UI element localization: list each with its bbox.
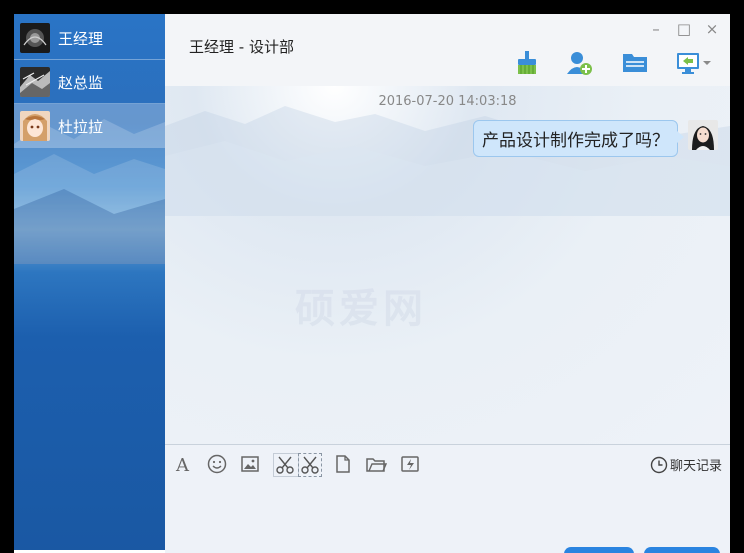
contact-item-zhao[interactable]: 赵总监	[14, 60, 165, 104]
chat-title: 王经理 - 设计部	[189, 38, 294, 56]
avatar	[688, 120, 718, 150]
screenshot-hide-icon[interactable]	[298, 453, 322, 477]
emoji-icon[interactable]	[206, 453, 228, 475]
contact-item-wang[interactable]: 王经理	[14, 16, 165, 60]
file-icon[interactable]	[332, 453, 354, 475]
screenshot-icon[interactable]	[273, 453, 299, 477]
remote-desktop-icon[interactable]	[675, 50, 715, 76]
clean-screen-icon[interactable]	[513, 50, 541, 76]
clock-icon	[650, 456, 668, 473]
font-icon[interactable]: A	[173, 453, 195, 476]
maximize-button[interactable]: □	[674, 20, 694, 38]
contact-item-du[interactable]: 杜拉拉	[14, 104, 165, 148]
watermark: 硕爱网	[295, 286, 427, 332]
message-timestamp: 2016-07-20 14:03:18	[378, 94, 517, 109]
chat-window: 王经理 赵总监 杜拉拉 王经理 - 设计部 – □ × 硕爱网 2016-07-…	[14, 14, 730, 553]
image-icon[interactable]	[239, 453, 261, 475]
send-button[interactable]	[644, 547, 720, 553]
contact-sidebar: 王经理 赵总监 杜拉拉	[14, 14, 165, 553]
message-input[interactable]	[165, 481, 730, 553]
message-bubble: 产品设计制作完成了吗？	[473, 120, 684, 157]
add-contact-icon[interactable]	[565, 50, 593, 76]
chat-header: 王经理 - 设计部 – □ ×	[165, 14, 730, 86]
close-chat-button[interactable]	[564, 547, 634, 553]
message-area: 硕爱网 2016-07-20 14:03:18 产品设计制作完成了吗？	[165, 86, 730, 444]
app-frame: 王经理 赵总监 杜拉拉 王经理 - 设计部 – □ × 硕爱网 2016-07-…	[0, 0, 744, 553]
input-toolbar: A 聊天记录	[165, 445, 730, 481]
shake-icon[interactable]	[399, 453, 421, 475]
file-transfer-icon[interactable]	[621, 50, 649, 76]
avatar	[20, 111, 50, 141]
chat-history-button[interactable]: 聊天记录	[650, 455, 722, 474]
svg-text:A: A	[175, 455, 190, 475]
contact-name: 王经理	[58, 29, 104, 48]
chat-panel: 王经理 - 设计部 – □ × 硕爱网 2016-07-20 14:03:18 …	[165, 14, 730, 553]
avatar	[20, 67, 50, 97]
folder-icon[interactable]	[365, 453, 388, 475]
chat-history-label: 聊天记录	[669, 459, 722, 474]
contact-name: 杜拉拉	[58, 117, 104, 136]
contact-name: 赵总监	[58, 73, 104, 92]
close-button[interactable]: ×	[702, 20, 722, 38]
minimize-button[interactable]: –	[646, 20, 666, 38]
avatar	[20, 23, 50, 53]
